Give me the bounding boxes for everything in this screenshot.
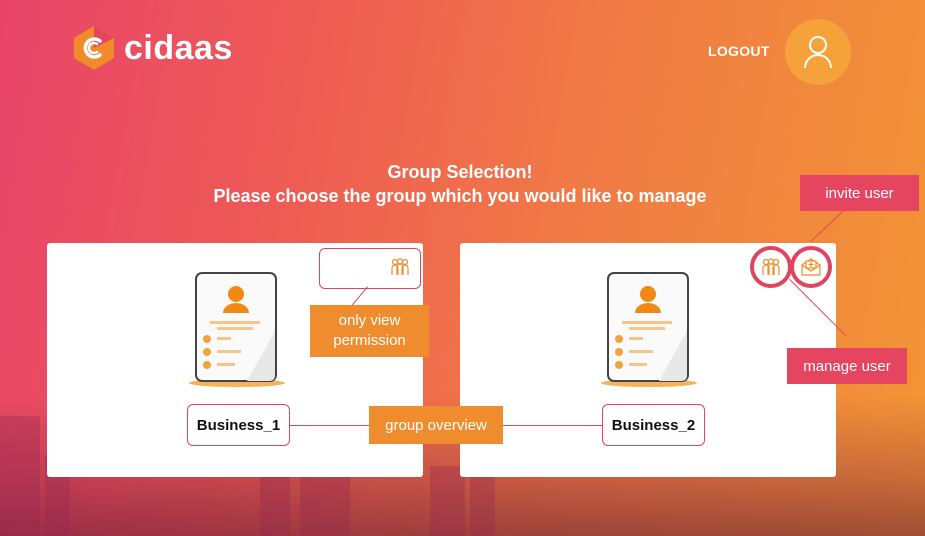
page-heading: Group Selection! Please choose the group… [0,160,920,208]
user-document-icon [601,272,697,387]
page-subtitle: Please choose the group which you would … [213,186,707,206]
user-avatar-button[interactable] [785,19,851,85]
group-icon [762,258,780,275]
group-card-business-1[interactable]: Business_1 [47,243,423,477]
logout-link[interactable]: LOGOUT [708,43,770,59]
connector-line [503,425,603,426]
group-name-business-2[interactable]: Business_2 [602,404,705,446]
group-icon [391,258,409,275]
group-name-business-1[interactable]: Business_1 [187,404,290,446]
invite-user-button[interactable] [790,246,832,288]
page-title: Group Selection! [387,162,533,182]
view-permission-indicator [319,248,421,289]
connector-line [290,425,370,426]
user-icon [804,36,832,69]
mail-icon [801,258,821,276]
manage-user-label: manage user [787,348,907,384]
manage-user-button[interactable] [750,246,792,288]
invite-user-label: invite user [800,175,919,211]
brand-name: cidaas [124,28,233,67]
cidaas-logo-icon [74,26,114,70]
user-document-icon [189,272,285,387]
brand-logo[interactable]: cidaas [70,24,233,72]
only-view-permission-label: only view permission [310,305,429,357]
group-overview-label: group overview [369,406,503,444]
connector-line [810,210,844,242]
